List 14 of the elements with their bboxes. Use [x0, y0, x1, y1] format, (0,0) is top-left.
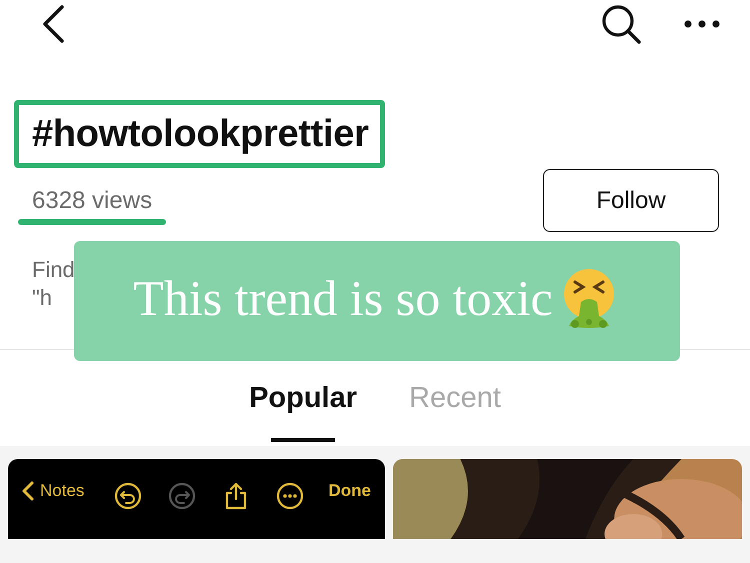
- description-text: "h: [32, 284, 52, 312]
- follow-button[interactable]: Follow: [543, 169, 719, 232]
- tab[interactable]: Popular: [249, 376, 358, 442]
- more-icon[interactable]: [684, 20, 720, 28]
- caption-text: This trend is so toxic: [133, 270, 553, 326]
- view-count: 6328 views: [32, 186, 152, 214]
- notes-back-label: Notes: [40, 481, 84, 501]
- hashtag-title: #howtolookprettier: [32, 112, 369, 157]
- description-text: Find: [32, 256, 75, 284]
- search-icon[interactable]: [600, 3, 642, 45]
- done-label: Done: [328, 481, 371, 501]
- notes-screenshot[interactable]: Notes Done: [8, 459, 385, 539]
- back-icon: [22, 481, 34, 501]
- back-icon[interactable]: [40, 4, 66, 44]
